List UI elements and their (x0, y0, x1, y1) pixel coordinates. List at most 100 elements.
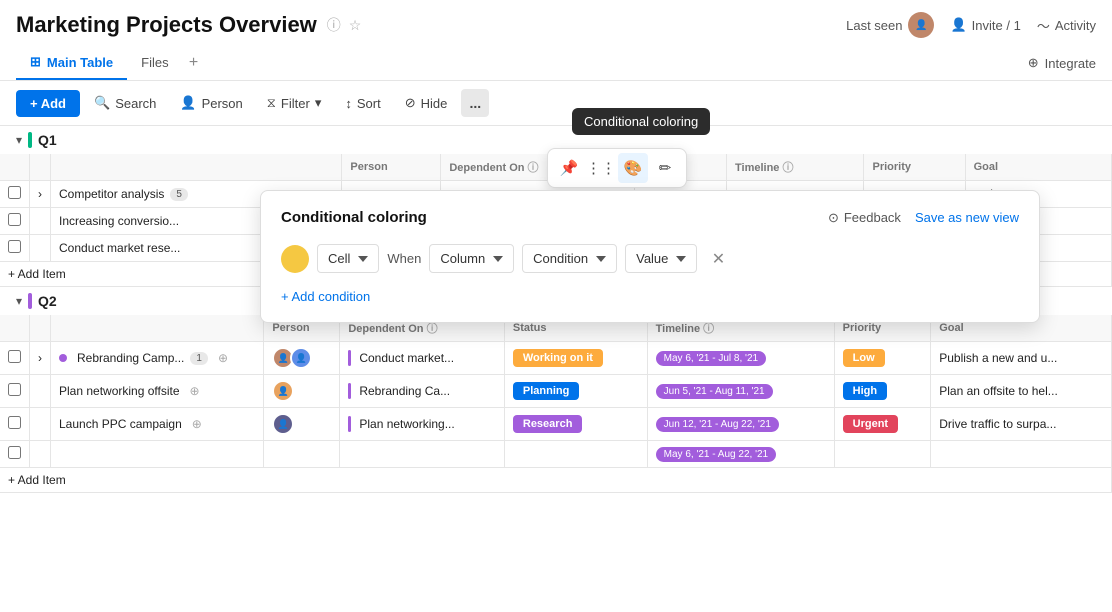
search-button[interactable]: 🔍 Search (84, 90, 166, 116)
filter-icon: ⧖ (267, 95, 276, 111)
checkbox-input[interactable] (8, 213, 21, 226)
row-expand[interactable]: › (30, 181, 51, 208)
status-cell[interactable]: Research (504, 408, 647, 441)
row-checkbox[interactable] (0, 342, 30, 375)
row-checkbox[interactable] (0, 208, 30, 235)
task-name-text: Launch PPC campaign (59, 417, 182, 431)
tab-files[interactable]: Files (127, 47, 182, 80)
row-expand[interactable] (30, 208, 51, 235)
add-tab-button[interactable]: + (183, 52, 205, 74)
goal-cell (931, 441, 1112, 468)
row-expand[interactable] (30, 375, 51, 408)
add-button[interactable]: + Add (16, 90, 80, 117)
person-cell: 👤 (264, 408, 340, 441)
person-filter-icon: 👤 (180, 95, 196, 111)
col-timeline: Timeline ⓘ (727, 154, 864, 181)
add-condition-button[interactable]: + Add condition (281, 289, 370, 304)
checkbox-input[interactable] (8, 446, 21, 459)
status-cell (504, 441, 647, 468)
avatar: 👤 (272, 380, 294, 402)
timeline-cell: May 6, '21 - Aug 22, '21 (647, 441, 834, 468)
dep-add-icon[interactable]: ⊕ (192, 417, 202, 431)
feedback-button[interactable]: ⊙ Feedback (828, 210, 901, 226)
checkbox-input[interactable] (8, 350, 21, 363)
row-expand[interactable] (30, 408, 51, 441)
col-checkbox (0, 315, 30, 342)
timeline-badge: Jun 5, '21 - Aug 11, '21 (656, 384, 773, 399)
condition-dropdown[interactable]: Condition (522, 244, 617, 273)
tabs-row: ⊞ Main Table Files + ⊕ Integrate (0, 46, 1112, 81)
save-view-button[interactable]: Save as new view (915, 210, 1019, 225)
section-toggle-q2[interactable]: ▾ (16, 294, 22, 308)
table-row: Plan networking offsite ⊕ 👤 Rebranding C… (0, 375, 1112, 408)
cond-rule-row: Cell When Column Condition Value ✕ (281, 244, 1019, 273)
row-checkbox[interactable] (0, 235, 30, 262)
invite-button[interactable]: 👤 Invite / 1 (950, 17, 1020, 33)
timeline-badge: May 6, '21 - Aug 22, '21 (656, 447, 776, 462)
cell-dropdown[interactable]: Cell (317, 244, 379, 273)
cond-panel-actions: ⊙ Feedback Save as new view (828, 210, 1019, 226)
hide-button[interactable]: ⊘ Hide (395, 90, 458, 116)
filter-button[interactable]: ⧖ Filter ▾ (257, 90, 332, 116)
chevron-down-icon (596, 256, 606, 262)
more-button[interactable]: ... (461, 89, 489, 117)
row-expand[interactable]: › (30, 342, 51, 375)
column-dropdown[interactable]: Column (429, 244, 514, 273)
dependent-cell: Conduct market... (340, 342, 505, 375)
pin-icon[interactable]: 📌 (554, 153, 584, 183)
float-toolbar: 📌 ⋮⋮ 🎨 ✏ (547, 148, 687, 188)
col-priority: Priority (864, 154, 965, 181)
value-dropdown[interactable]: Value (625, 244, 697, 273)
dep-add-icon[interactable]: ⊕ (190, 384, 200, 398)
priority-cell (834, 441, 931, 468)
star-icon[interactable]: ☆ (349, 17, 362, 34)
sort-button[interactable]: ↕ Sort (335, 91, 390, 116)
row-height-icon[interactable]: ⋮⋮ (586, 153, 616, 183)
hide-icon: ⊘ (405, 95, 416, 111)
tab-main-table[interactable]: ⊞ Main Table (16, 46, 127, 80)
checkbox-input[interactable] (8, 416, 21, 429)
priority-badge: Low (843, 349, 885, 367)
row-expand[interactable] (30, 441, 51, 468)
row-checkbox[interactable] (0, 441, 30, 468)
row-checkbox[interactable] (0, 375, 30, 408)
sort-icon: ↕ (345, 96, 352, 111)
avatar: 👤 (272, 413, 294, 435)
checkbox-input[interactable] (8, 383, 21, 396)
priority-cell[interactable]: Low (834, 342, 931, 375)
conditional-color-icon[interactable]: 🎨 (618, 153, 648, 183)
person-cell: 👤 👤 (264, 342, 340, 375)
section-toggle-q1[interactable]: ▾ (16, 133, 22, 147)
dep-bar (348, 350, 351, 366)
dep-add-icon[interactable]: ⊕ (218, 351, 228, 365)
status-badge: Planning (513, 382, 579, 400)
priority-cell[interactable]: Urgent (834, 408, 931, 441)
activity-icon: 〜 (1037, 16, 1050, 35)
toolbar: + Add 🔍 Search 👤 Person ⧖ Filter ▾ ↕ Sor… (0, 81, 1112, 126)
goal-cell: Drive traffic to surpa... (931, 408, 1112, 441)
row-expand[interactable] (30, 235, 51, 262)
color-picker[interactable] (281, 245, 309, 273)
remove-condition-button[interactable]: ✕ (705, 246, 731, 272)
col-checkbox (0, 154, 30, 181)
info-icon[interactable]: ⓘ (327, 15, 341, 35)
header: Marketing Projects Overview ⓘ ☆ Last see… (0, 0, 1112, 38)
checkbox-input[interactable] (8, 240, 21, 253)
checkbox-input[interactable] (8, 186, 21, 199)
person-button[interactable]: 👤 Person (170, 90, 252, 116)
feedback-icon: ⊙ (828, 210, 839, 226)
edit-icon[interactable]: ✏ (650, 153, 680, 183)
status-cell[interactable]: Planning (504, 375, 647, 408)
chevron-down-icon: ▾ (315, 95, 322, 111)
person-cell: 👤 (264, 375, 340, 408)
priority-cell[interactable]: High (834, 375, 931, 408)
task-name-text: Plan networking offsite (59, 384, 180, 398)
dependent-cell: Rebranding Ca... (340, 375, 505, 408)
status-cell[interactable]: Working on it (504, 342, 647, 375)
row-checkbox[interactable] (0, 181, 30, 208)
row-checkbox[interactable] (0, 408, 30, 441)
avatar: 👤 (290, 347, 312, 369)
add-item-button-q2[interactable]: + Add Item (0, 468, 1112, 493)
activity-button[interactable]: 〜 Activity (1037, 16, 1096, 35)
integrate-button[interactable]: ⊕ Integrate (1028, 55, 1096, 71)
